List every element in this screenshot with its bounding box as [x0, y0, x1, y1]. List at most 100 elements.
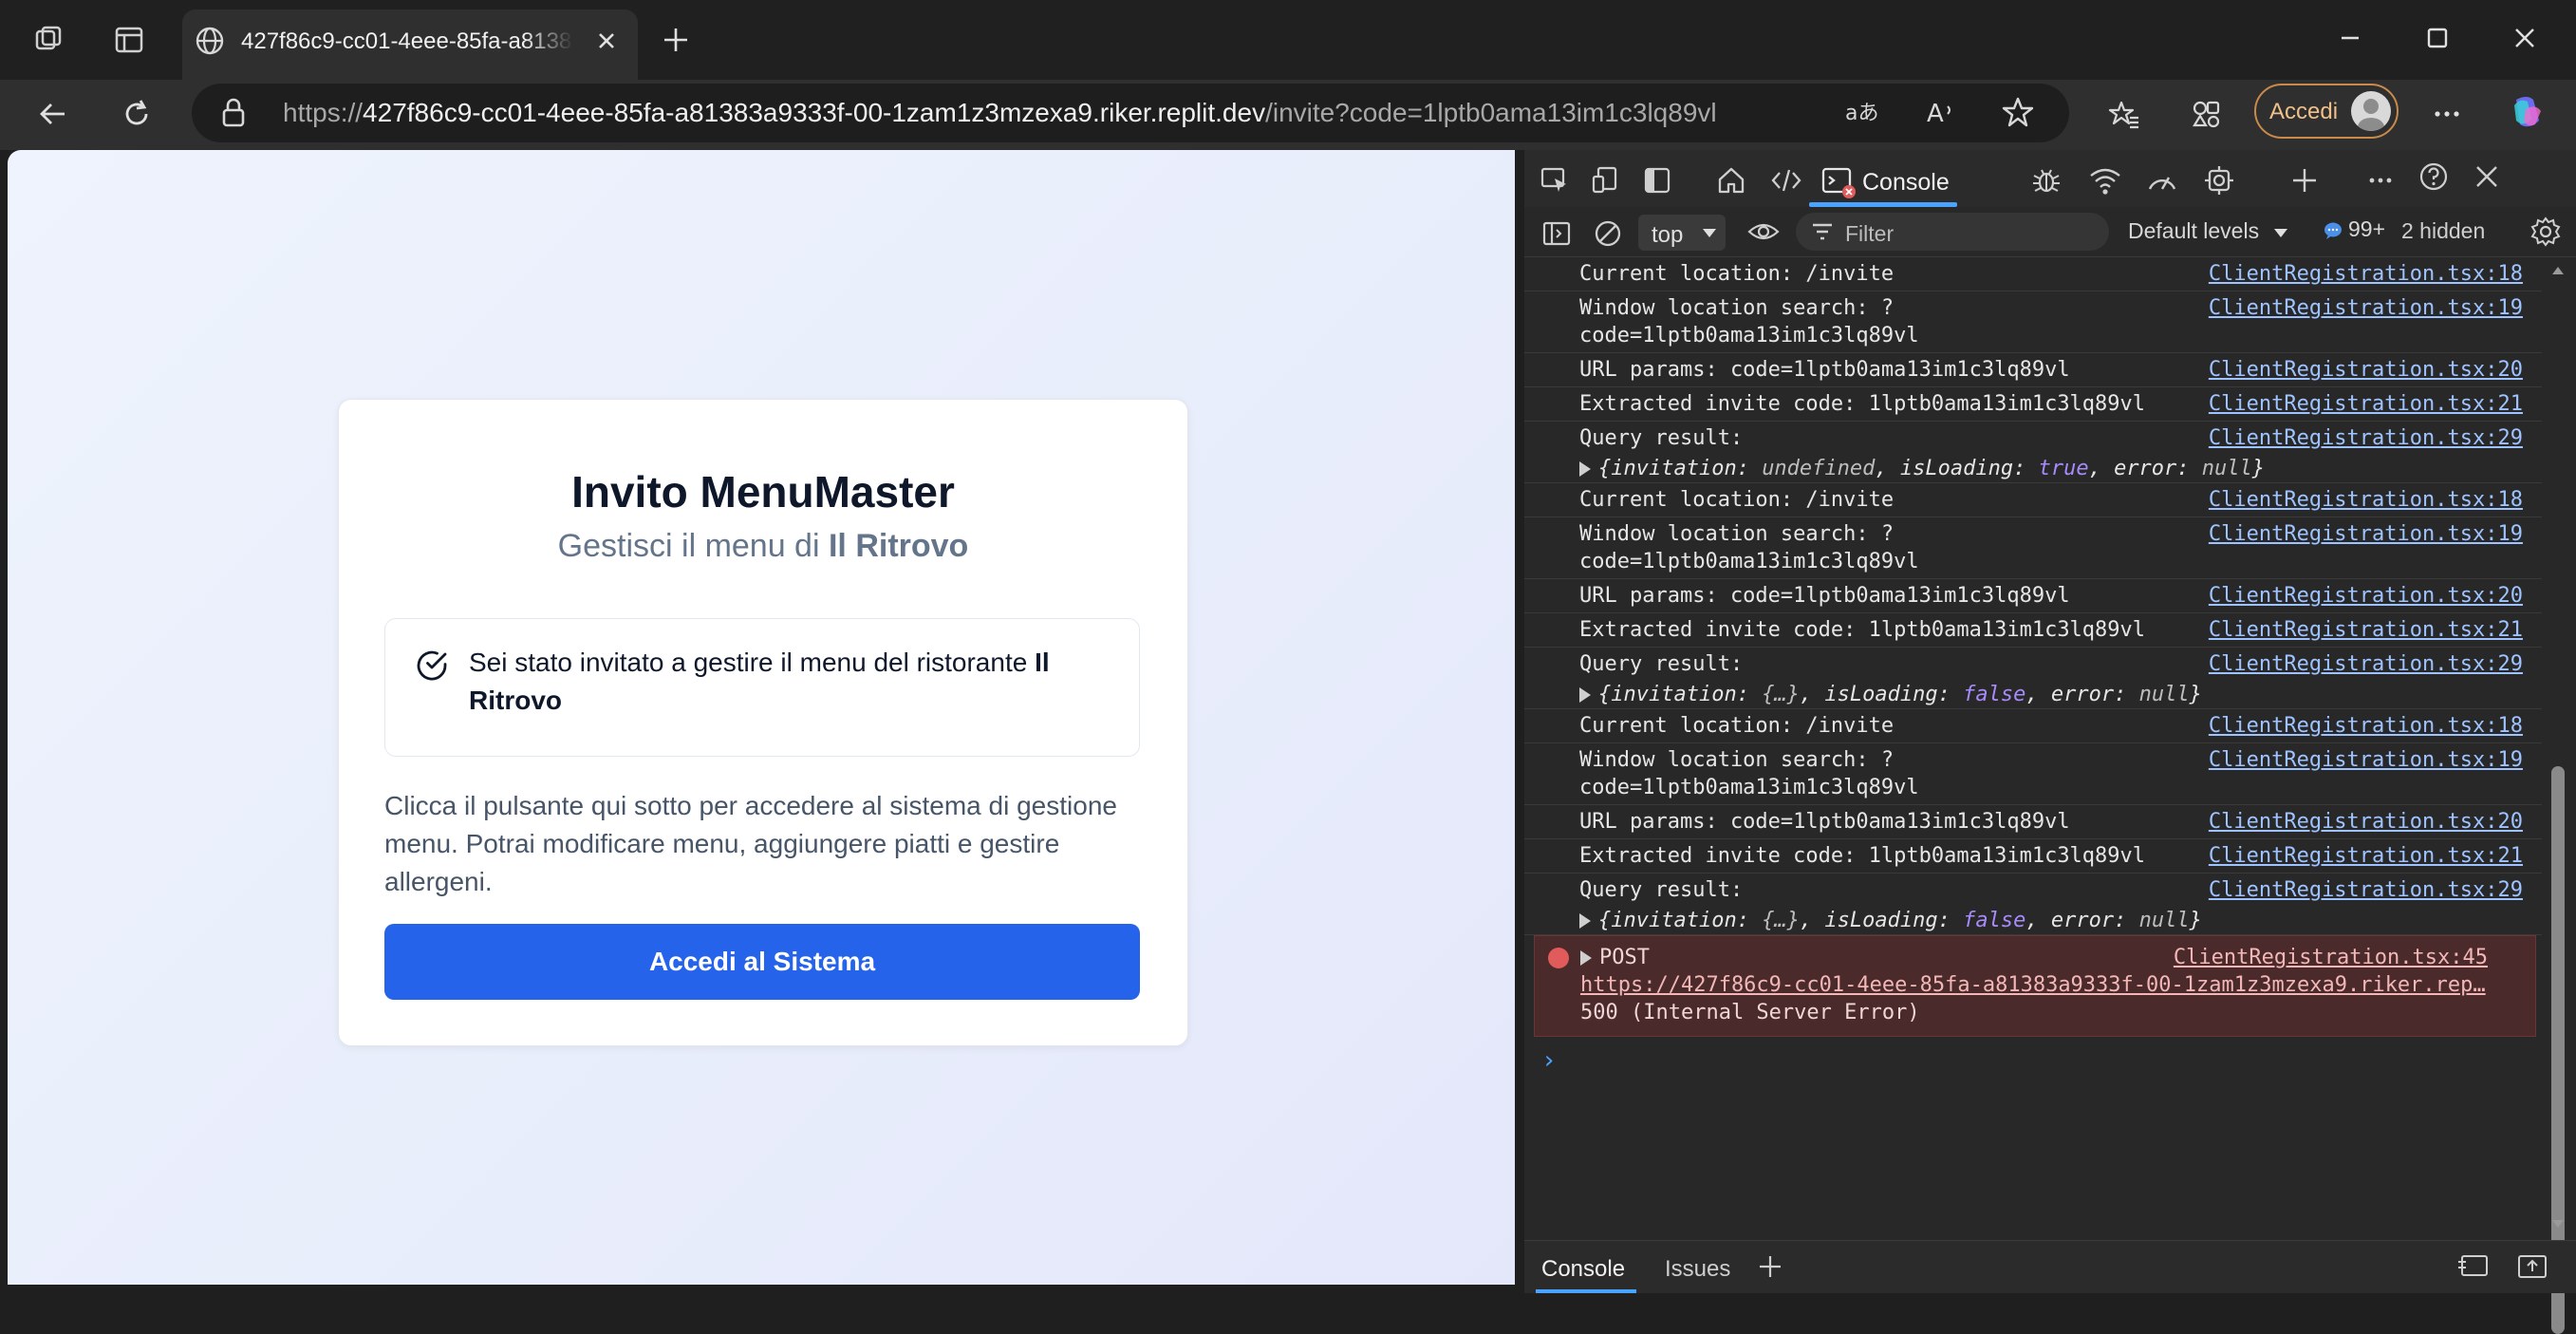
clear-console-icon[interactable] [1589, 215, 1627, 253]
filter-icon [1813, 223, 1832, 240]
maximize-icon[interactable] [2409, 17, 2466, 59]
console-log-row: Current location: /invite ClientRegistrat… [1524, 709, 2542, 743]
console-error-row: POST ClientRegistration.tsx:45 https://427… [1534, 935, 2536, 1037]
more-tools-plus-icon[interactable] [2286, 161, 2324, 199]
inspect-element-icon[interactable] [1536, 161, 1574, 199]
tab-console[interactable]: Console [1809, 158, 1957, 207]
console-log-row: Query result: ClientRegistration.tsx:29 {i… [1524, 648, 2542, 709]
sources-debug-icon[interactable] [2027, 161, 2065, 199]
signin-label: Accedi [2269, 99, 2339, 124]
scroll-up-icon[interactable] [2550, 265, 2566, 276]
lock-icon[interactable] [218, 97, 249, 129]
favorite-star-icon[interactable] [2001, 95, 2035, 129]
vertical-tabs-icon[interactable] [108, 19, 150, 61]
expand-triangle-icon[interactable] [1579, 461, 1591, 477]
elements-tab-icon[interactable] [1767, 161, 1805, 199]
log-source-link[interactable]: ClientRegistration.tsx:19 [2209, 746, 2523, 774]
globe-icon [194, 25, 226, 57]
console-log-row: Window location search: ? code=1lptb0ama… [1524, 517, 2542, 579]
log-object[interactable]: {invitation: {…}, isLoading: false, erro… [1579, 907, 2542, 934]
message-bubble-icon [2324, 222, 2342, 239]
log-source-link[interactable]: ClientRegistration.tsx:18 [2209, 486, 2523, 514]
log-source-link[interactable]: ClientRegistration.tsx:29 [2209, 650, 2523, 678]
workspaces-icon[interactable] [28, 19, 70, 61]
tab-active[interactable]: 427f86c9-cc01-4eee-85fa-a81383a9333f-00-… [182, 9, 638, 80]
address-bar[interactable]: https://427f86c9-cc01-4eee-85fa-a81383a9… [192, 84, 2069, 142]
log-source-link[interactable]: ClientRegistration.tsx:29 [2209, 876, 2523, 904]
log-source-link[interactable]: ClientRegistration.tsx:29 [2209, 424, 2523, 452]
chevron-down-icon [2274, 228, 2288, 237]
devtools-more-icon[interactable] [2361, 161, 2399, 199]
log-levels-dropdown[interactable]: Default levels [2128, 218, 2289, 244]
log-object[interactable]: {invitation: undefined, isLoading: true,… [1579, 455, 2542, 482]
log-source-link[interactable]: ClientRegistration.tsx:21 [2209, 842, 2523, 870]
drawer-tab-issues[interactable]: Issues [1665, 1256, 1730, 1283]
log-source-link[interactable]: ClientRegistration.tsx:18 [2209, 260, 2523, 288]
expand-triangle-icon[interactable] [1580, 950, 1592, 966]
page-subtitle: Gestisci il menu di Il Ritrovo [557, 528, 969, 564]
console-prompt[interactable]: › [1524, 1037, 2542, 1094]
log-source-link[interactable]: ClientRegistration.tsx:21 [2209, 390, 2523, 418]
context-select[interactable]: top [1638, 215, 1726, 251]
console-scrollbar[interactable] [2546, 257, 2570, 1334]
favorites-icon[interactable] [2103, 93, 2145, 135]
console-icon [1820, 165, 1857, 199]
help-icon[interactable] [2415, 158, 2453, 196]
chevron-down-icon [1703, 229, 1716, 237]
message-count-badge[interactable]: 99+ [2322, 216, 2385, 242]
live-expression-eye-icon[interactable] [1745, 213, 1783, 251]
log-source-link[interactable]: ClientRegistration.tsx:20 [2209, 356, 2523, 384]
scroll-down-icon[interactable] [2550, 1218, 2566, 1230]
url-text: https://427f86c9-cc01-4eee-85fa-a81383a9… [283, 98, 1717, 127]
console-log-row: Extracted invite code: 1lptb0ama13im1c3l… [1524, 839, 2542, 874]
filter-input[interactable]: Filter [1796, 213, 2109, 251]
avatar [2351, 91, 2391, 131]
log-source-link[interactable]: ClientRegistration.tsx:21 [2209, 616, 2523, 644]
profile-signin-button[interactable]: Accedi [2254, 84, 2399, 139]
collections-icon[interactable] [2185, 93, 2227, 135]
log-source-link[interactable]: ClientRegistration.tsx:20 [2209, 582, 2523, 610]
dock-drawer-icon[interactable] [2515, 1252, 2549, 1281]
drawer-tab-console[interactable]: Console [1541, 1256, 1625, 1283]
log-source-link[interactable]: ClientRegistration.tsx:19 [2209, 520, 2523, 548]
device-emulation-icon[interactable] [1587, 161, 1625, 199]
read-aloud-icon[interactable]: A [1923, 97, 1957, 129]
expand-triangle-icon[interactable] [1579, 913, 1591, 929]
window-close-icon[interactable] [2496, 17, 2553, 59]
log-source-link[interactable]: ClientRegistration.tsx:20 [2209, 808, 2523, 836]
network-wifi-icon[interactable] [2086, 161, 2124, 199]
console-log-row: Current location: /invite ClientRegistrat… [1524, 257, 2542, 291]
login-button[interactable]: Accedi al Sistema [384, 924, 1140, 1000]
active-tab-indicator [1536, 1289, 1636, 1293]
performance-gauge-icon[interactable] [2143, 161, 2181, 199]
log-source-link[interactable]: ClientRegistration.tsx:19 [2209, 294, 2523, 322]
error-source-link[interactable]: ClientRegistration.tsx:45 [2174, 944, 2488, 971]
devtools-close-icon[interactable] [2468, 158, 2506, 196]
error-url-link[interactable]: https://427f86c9-cc01-4eee-85fa-a81383a9… [1580, 971, 2492, 999]
drawer-add-tab-icon[interactable] [1756, 1252, 1784, 1281]
minimize-icon[interactable] [2322, 17, 2379, 59]
invite-alert: Sei stato invitato a gestire il menu del… [384, 618, 1140, 757]
more-options-icon[interactable] [2426, 93, 2468, 135]
close-tab-icon[interactable] [592, 27, 621, 55]
error-icon [1548, 948, 1569, 968]
console-output: Current location: /invite ClientRegistrat… [1524, 257, 2542, 1240]
quick-view-icon[interactable] [2456, 1252, 2491, 1281]
log-source-link[interactable]: ClientRegistration.tsx:18 [2209, 712, 2523, 740]
welcome-home-icon[interactable] [1712, 161, 1750, 199]
error-status: 500 (Internal Server Error) [1580, 1001, 1920, 1024]
back-icon[interactable] [32, 93, 74, 135]
devtools-panel: Console top Filter Default levels 99+ 2 … [1524, 150, 2576, 1334]
copilot-icon[interactable] [2506, 91, 2548, 133]
log-object[interactable]: {invitation: {…}, isLoading: false, erro… [1579, 681, 2542, 708]
expand-triangle-icon[interactable] [1579, 687, 1591, 703]
settings-gear-icon[interactable] [2200, 161, 2238, 199]
navigation-bar: https://427f86c9-cc01-4eee-85fa-a81383a9… [0, 80, 2576, 150]
refresh-icon[interactable] [116, 93, 158, 135]
translate-icon[interactable]: aあ [1843, 97, 1877, 129]
sidebar-toggle-icon[interactable] [1538, 215, 1576, 253]
dock-side-icon[interactable] [1638, 161, 1676, 199]
console-settings-gear-icon[interactable] [2527, 213, 2565, 251]
new-tab-icon[interactable] [655, 19, 697, 61]
console-log-row: Extracted invite code: 1lptb0ama13im1c3l… [1524, 613, 2542, 648]
